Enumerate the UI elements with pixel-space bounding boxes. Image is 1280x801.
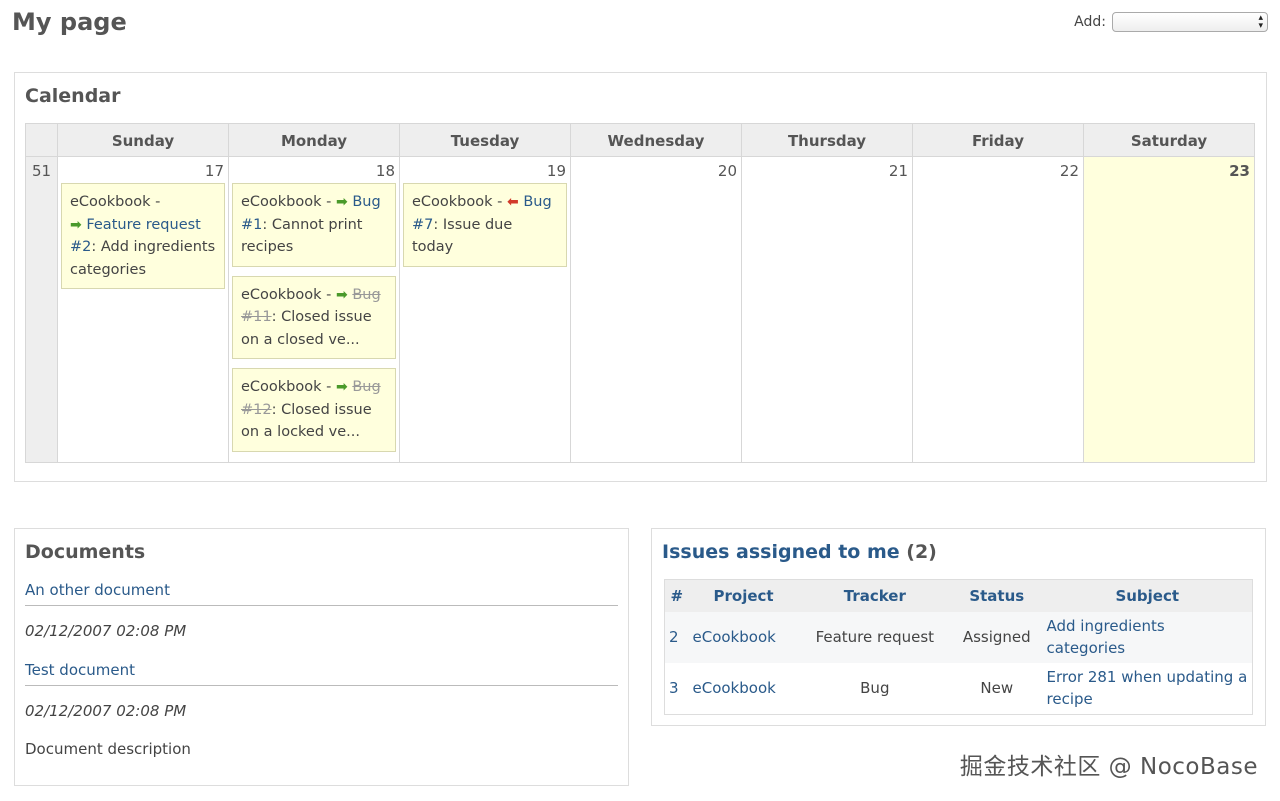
issues-count: (2) [906,541,937,563]
add-block-area: Add: ▴ ▾ [1074,12,1268,32]
select-arrows-icon: ▴ ▾ [1258,13,1263,31]
day-cell-wednesday: 20 [570,156,742,463]
column-header-tracker[interactable]: Tracker [798,579,952,612]
issue-id-link[interactable]: #7 [412,217,433,233]
calendar-issue-card: eCookbook - ➡ Bug #12: Closed issue on a… [232,368,396,452]
column-header-status[interactable]: Status [951,579,1043,612]
issue-subject-link[interactable]: Add ingredients categories [1047,617,1165,658]
document-entry: An other document 02/12/2007 02:08 PM [25,581,618,640]
day-cell-saturday-today: 23 [1083,156,1255,463]
day-number: 21 [888,162,908,180]
issue-tracker-link[interactable]: Bug [352,287,380,303]
watermark: 掘金技术社区 @ NocoBase [959,754,1258,780]
day-header-friday: Friday [912,123,1084,157]
issue-project: eCookbook - [241,379,332,395]
documents-title: Documents [25,541,146,563]
issue-id-link[interactable]: 2 [669,628,679,646]
issue-status-cell: Assigned [951,611,1043,663]
issue-project-link[interactable]: eCookbook [693,679,776,697]
issue-id-link[interactable]: #11 [241,309,272,325]
day-header-thursday: Thursday [741,123,913,157]
arrow-right-green-icon: ➡ [335,194,348,210]
issue-project: eCookbook - [241,286,332,303]
day-header-saturday: Saturday [1083,123,1255,157]
issue-id-cell: 2 [664,611,689,663]
day-header-monday: Monday [228,123,400,157]
issue-tracker-link[interactable]: Bug [523,194,551,210]
day-header-wednesday: Wednesday [570,123,742,157]
calendar-block: Calendar Sunday Monday Tuesday Wednesday… [14,72,1267,482]
page-title: My page [12,8,127,36]
issue-subject-cell: Error 281 when updating a recipe [1042,662,1253,714]
issues-title-link[interactable]: Issues assigned to me [662,541,900,563]
column-header-subject[interactable]: Subject [1042,579,1253,612]
day-cell-tuesday: 19 eCookbook - ⬅ Bug #7: Issue due today [399,156,571,463]
day-cell-sunday: 17 eCookbook - ➡ Feature request #2: Add… [57,156,229,463]
issues-title: Issues assigned to me (2) [662,541,937,563]
document-link[interactable]: An other document [25,581,170,599]
issue-project: eCookbook - [412,194,503,210]
issue-status-cell: New [951,662,1043,714]
issue-project-link[interactable]: eCookbook [693,628,776,646]
issue-tracker-cell: Bug [798,662,952,714]
add-block-select[interactable]: ▴ ▾ [1112,12,1268,32]
document-date: 02/12/2007 02:08 PM [25,702,187,720]
issue-project-cell: eCookbook [688,611,799,663]
issue-id-link[interactable]: #1 [241,217,262,233]
calendar-issue-card: eCookbook - ➡ Bug #11: Closed issue on a… [232,275,396,359]
document-title-row: Test document [25,661,618,686]
arrow-right-green-icon: ➡ [335,379,348,395]
document-link[interactable]: Test document [25,661,135,679]
documents-block: Documents An other document 02/12/2007 0… [14,528,629,786]
issue-tracker-link[interactable]: Feature request [86,217,201,233]
day-cell-friday: 22 [912,156,1084,463]
issue-id-link[interactable]: #12 [241,402,272,418]
document-entry: Test document 02/12/2007 02:08 PM [25,661,618,720]
document-title-row: An other document [25,581,618,606]
issue-project: eCookbook - [70,194,161,210]
arrow-right-green-icon: ➡ [335,286,348,303]
day-header-tuesday: Tuesday [399,123,571,157]
day-number: 20 [717,162,737,180]
issue-project: eCookbook - [241,194,332,210]
week-number: 51 [25,156,58,463]
issue-tracker-link[interactable]: Bug [352,194,380,210]
issue-subject-link[interactable]: Error 281 when updating a recipe [1047,668,1248,709]
table-row: 3 eCookbook Bug New Error 281 when updat… [664,662,1253,714]
week-column-header [25,123,58,157]
issue-tracker-link[interactable]: Bug [352,379,380,395]
document-description: Document description [25,740,191,758]
calendar-table: Sunday Monday Tuesday Wednesday Thursday… [25,123,1255,463]
calendar-issue-card: eCookbook - ➡ Feature request #2: Add in… [61,183,225,289]
calendar-issue-card: eCookbook - ➡ Bug #1: Cannot print recip… [232,183,396,267]
day-number: 23 [1229,162,1250,180]
issue-id-link[interactable]: 3 [669,679,679,697]
arrow-right-green-icon: ➡ [70,216,82,233]
day-number: 19 [546,162,566,180]
column-header-project[interactable]: Project [688,579,799,612]
issues-assigned-block: Issues assigned to me (2) # Project Trac… [651,528,1266,726]
column-header-id[interactable]: # [664,579,689,612]
day-cell-thursday: 21 [741,156,913,463]
calendar-issue-card: eCookbook - ⬅ Bug #7: Issue due today [403,183,567,267]
issue-project-cell: eCookbook [688,662,799,714]
arrow-left-red-icon: ⬅ [506,194,519,210]
day-header-sunday: Sunday [57,123,229,157]
issue-id-link[interactable]: #2 [70,239,91,255]
day-number: 22 [1059,162,1079,180]
add-label: Add: [1074,14,1106,30]
document-date: 02/12/2007 02:08 PM [25,622,187,640]
issues-table: # Project Tracker Status Subject 2 eCook… [664,579,1253,715]
issue-subject: : Add ingredients categories [70,239,216,278]
issue-subject-cell: Add ingredients categories [1042,611,1253,663]
calendar-title: Calendar [25,85,121,107]
day-number: 17 [204,162,224,180]
table-row: 2 eCookbook Feature request Assigned Add… [664,611,1253,663]
day-cell-monday: 18 eCookbook - ➡ Bug #1: Cannot print re… [228,156,400,463]
issue-id-cell: 3 [664,662,689,714]
day-number: 18 [375,162,395,180]
issue-tracker-cell: Feature request [798,611,952,663]
